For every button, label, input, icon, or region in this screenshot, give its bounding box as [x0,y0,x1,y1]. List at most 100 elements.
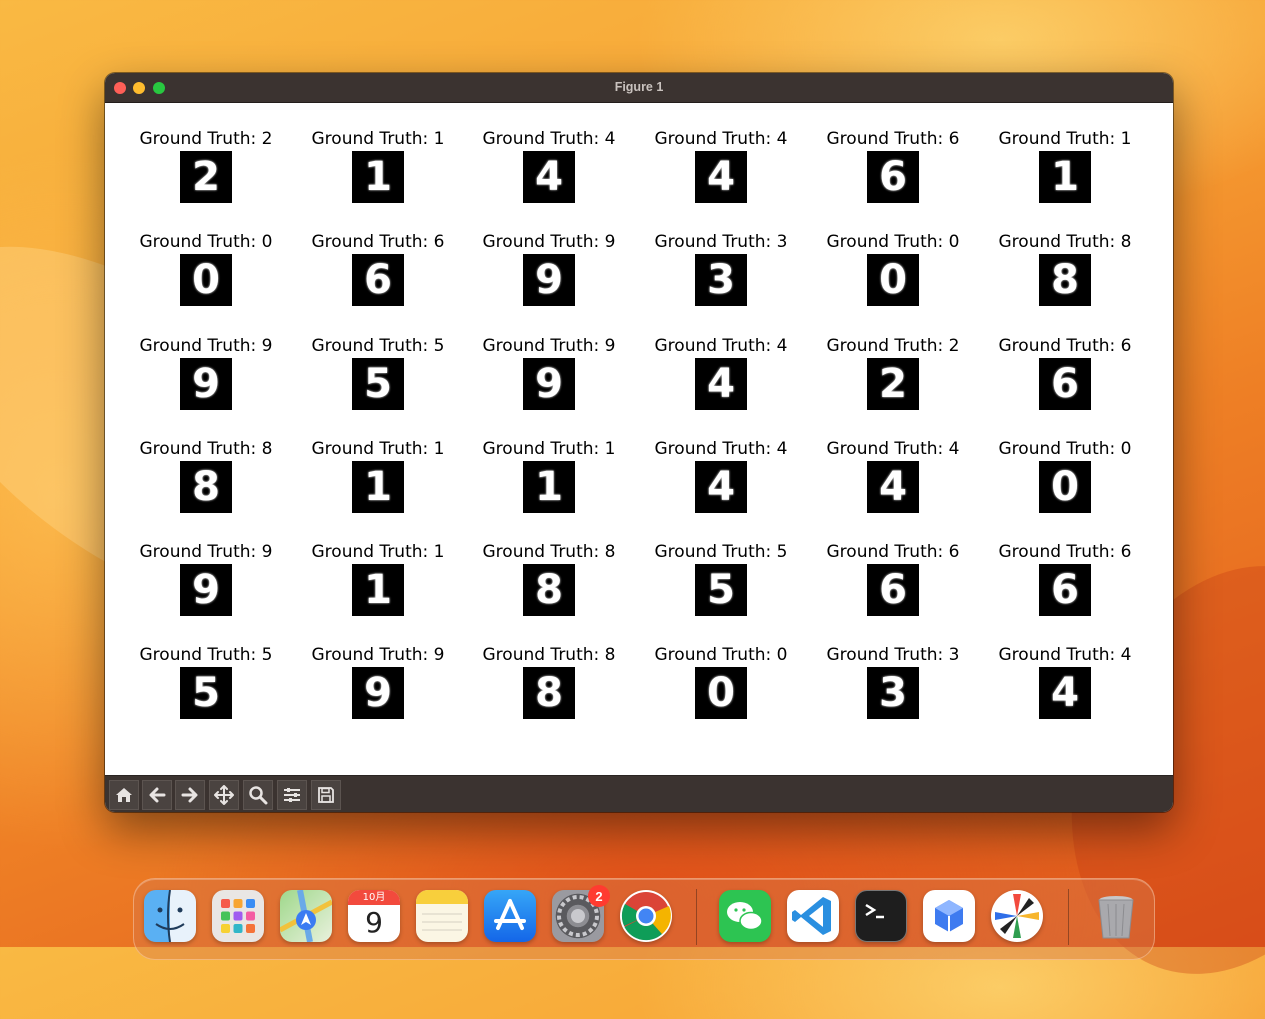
digit-glyph: 0 [1051,464,1079,510]
digit-glyph: 1 [364,567,392,613]
digit-glyph: 8 [192,464,220,510]
subplot-title: Ground Truth: 1 [311,129,445,149]
subplot-title: Ground Truth: 4 [482,129,616,149]
maps-icon[interactable] [280,890,332,942]
figure-window: Figure 1 Ground Truth: 2 2 Ground Truth: 1… [105,73,1173,812]
subplot-title: Ground Truth: 8 [998,232,1132,252]
notes-icon[interactable] [416,890,468,942]
digit-image: 1 [352,151,404,203]
vscode-icon[interactable] [787,890,839,942]
digit-image: 9 [523,254,575,306]
subplot: Ground Truth: 0 0 [979,439,1151,539]
subplot: Ground Truth: 6 6 [807,542,979,642]
zoom-button[interactable] [243,780,273,810]
forward-button[interactable] [175,780,205,810]
title-bar[interactable]: Figure 1 [105,73,1173,103]
dock-separator [1068,889,1069,945]
subplot-title: Ground Truth: 6 [998,336,1132,356]
pan-button[interactable] [209,780,239,810]
subplot-title: Ground Truth: 5 [139,645,273,665]
wechat-icon[interactable] [719,890,771,942]
digit-image: 1 [352,461,404,513]
home-button[interactable] [109,780,139,810]
digit-glyph: 1 [364,464,392,510]
digit-glyph: 8 [535,567,563,613]
subplot-title: Ground Truth: 1 [311,439,445,459]
subplot-title: Ground Truth: 8 [482,645,616,665]
subplot-title: Ground Truth: 9 [139,336,273,356]
finder-icon[interactable] [144,890,196,942]
subplot-title: Ground Truth: 6 [826,129,960,149]
subplot: Ground Truth: 6 6 [979,336,1151,436]
digit-glyph: 6 [364,257,392,303]
subplot-title: Ground Truth: 1 [311,542,445,562]
chrome-icon[interactable] [620,890,672,942]
digit-glyph: 1 [535,464,563,510]
configure-subplots-icon [284,788,300,802]
subplot-title: Ground Truth: 5 [654,542,788,562]
digit-image: 3 [695,254,747,306]
digit-glyph: 4 [535,154,563,200]
digit-glyph: 6 [1051,361,1079,407]
digit-image: 1 [1039,151,1091,203]
subplot-title: Ground Truth: 0 [998,439,1132,459]
subplot: Ground Truth: 1 1 [463,439,635,539]
subplot: Ground Truth: 4 4 [463,129,635,229]
back-button[interactable] [142,780,172,810]
subplot: Ground Truth: 0 0 [120,232,292,332]
subplot: Ground Truth: 1 1 [292,129,464,229]
subplot: Ground Truth: 9 9 [120,542,292,642]
subplot-title: Ground Truth: 3 [654,232,788,252]
installer-icon[interactable] [923,890,975,942]
digit-glyph: 4 [707,464,735,510]
app-store-icon[interactable] [484,890,536,942]
zoom-icon [249,786,268,805]
digit-glyph: 9 [192,567,220,613]
subplot-title: Ground Truth: 2 [139,129,273,149]
subplot: Ground Truth: 1 1 [979,129,1151,229]
digit-image: 0 [867,254,919,306]
subplot: Ground Truth: 4 4 [635,336,807,436]
digit-glyph: 0 [707,670,735,716]
digit-image: 8 [1039,254,1091,306]
digit-image: 0 [695,667,747,719]
dock: 10月 9 2 [133,878,1155,960]
digit-glyph: 3 [707,257,735,303]
digit-glyph: 2 [192,154,220,200]
save-button[interactable] [311,780,341,810]
subplot: Ground Truth: 8 8 [979,232,1151,332]
subplot-title: Ground Truth: 4 [654,336,788,356]
subplot-title: Ground Truth: 0 [826,232,960,252]
digit-glyph: 1 [1051,154,1079,200]
figure-canvas[interactable]: Ground Truth: 2 2 Ground Truth: 1 1 Ground T… [105,103,1173,776]
dock-separator [696,889,697,945]
digit-glyph: 6 [879,154,907,200]
digit-image: 0 [1039,461,1091,513]
digit-glyph: 4 [879,464,907,510]
digit-image: 8 [523,667,575,719]
launchpad-icon[interactable] [212,890,264,942]
subplot-title: Ground Truth: 9 [311,645,445,665]
configure-subplots-button[interactable] [277,780,307,810]
subplot-title: Ground Truth: 5 [311,336,445,356]
subplot-title: Ground Truth: 8 [482,542,616,562]
subplot-title: Ground Truth: 1 [998,129,1132,149]
digit-glyph: 6 [1051,567,1079,613]
subplot-title: Ground Truth: 4 [654,439,788,459]
pinwheel-icon[interactable] [991,890,1043,942]
trash-icon[interactable] [1090,890,1142,942]
subplot: Ground Truth: 6 6 [807,129,979,229]
digit-glyph: 4 [707,361,735,407]
window-title: Figure 1 [614,80,664,94]
calendar-icon[interactable]: 10月 9 [348,890,400,942]
subplot-title: Ground Truth: 9 [139,542,273,562]
digit-image: 2 [180,151,232,203]
subplot: Ground Truth: 8 8 [120,439,292,539]
subplot: Ground Truth: 8 8 [463,542,635,642]
digit-image: 2 [867,358,919,410]
digit-glyph: 2 [879,361,907,407]
subplot: Ground Truth: 9 9 [292,645,464,745]
subplot-title: Ground Truth: 3 [826,645,960,665]
terminal-icon[interactable] [855,890,907,942]
digit-glyph: 9 [192,361,220,407]
